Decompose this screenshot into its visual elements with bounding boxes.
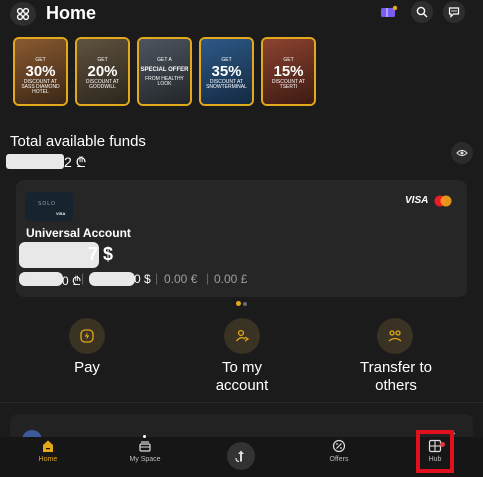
offer-amount: SPECIAL OFFER [140, 67, 189, 73]
nav-payment-button[interactable] [227, 442, 255, 470]
nav-indicator [143, 435, 146, 438]
balance-separator: | [206, 271, 210, 285]
visa-logo: VISA [405, 195, 429, 206]
balance-separator: | [155, 271, 159, 285]
to-my-account-label[interactable]: To my account [196, 359, 288, 395]
eye-icon [456, 149, 468, 157]
offer-subtitle: DISCOUNT AT GOODWILL [85, 79, 120, 90]
offer-get: GET A [157, 57, 172, 63]
offer-card[interactable]: GET 15% DISCOUNT AT TSERTI [261, 37, 316, 106]
card-thumbnail: SOLO VISA [25, 192, 73, 221]
divider [0, 402, 483, 403]
balance-gbp: 0.00 £ [214, 272, 248, 286]
balance-redacted [19, 272, 63, 286]
pay-button[interactable] [69, 318, 105, 354]
balance-separator: | [81, 271, 85, 285]
chat-button[interactable] [443, 1, 465, 23]
search-icon [416, 6, 428, 18]
funds-redacted [6, 154, 64, 169]
nav-offers[interactable]: Offers [309, 439, 369, 475]
offer-amount: 20% [87, 63, 118, 80]
to-my-account-button[interactable] [224, 318, 260, 354]
stack-icon [139, 441, 151, 452]
nav-home-label: Home [38, 456, 58, 463]
nav-home[interactable]: Home [18, 439, 78, 475]
toggle-visibility-button[interactable] [451, 142, 473, 164]
payment-icon [235, 450, 244, 463]
transfer-to-others-label[interactable]: Transfer to others [352, 359, 440, 395]
balance-usd: 0 $ [134, 272, 151, 286]
balance-redacted [89, 272, 135, 286]
bolt-icon [80, 329, 94, 343]
offer-amount: 15% [273, 63, 304, 80]
mastercard-icon [434, 194, 452, 207]
offer-amount: 35% [211, 63, 242, 80]
offer-card[interactable]: GET 35% DISCOUNT AT SNOWTERMINAL [199, 37, 254, 106]
pager-dot-active[interactable] [236, 301, 241, 306]
funds-title: Total available funds [10, 133, 146, 150]
page-title: Home [46, 3, 97, 23]
offer-subtitle: DISCOUNT AT TSERTI [271, 79, 306, 90]
account-name: Universal Account [26, 226, 131, 240]
chat-icon [448, 7, 460, 18]
account-balance: 7 $ [88, 244, 114, 264]
offers-icon [332, 439, 346, 453]
pager-dot[interactable] [243, 302, 247, 306]
offer-subtitle: DISCOUNT AT SNOWTERMINAL [206, 79, 247, 90]
clover-icon[interactable] [10, 2, 36, 26]
transfer-to-others-button[interactable] [377, 318, 413, 354]
card-thumbnail-name: SOLO [38, 201, 56, 207]
home-icon [43, 440, 53, 452]
pay-label[interactable]: Pay [54, 359, 120, 377]
balance-eur: 0.00 € [164, 272, 198, 286]
card-thumbnail-visa: VISA [56, 211, 66, 216]
search-button[interactable] [411, 1, 433, 23]
balance-gel: 0 ₾ [62, 274, 82, 288]
funds-value: 2 ₾ [64, 154, 87, 170]
offer-card[interactable]: GET 20% DISCOUNT AT GOODWILL [75, 37, 130, 106]
nav-my-space-label: My Space [129, 456, 161, 463]
ticket-icon[interactable] [380, 5, 398, 19]
people-icon [388, 330, 402, 342]
offer-amount: 30% [25, 63, 56, 80]
transfer-self-icon [235, 329, 250, 342]
offer-subtitle: DISCOUNT AT SASS DIAMOND HOTEL [21, 79, 60, 95]
offer-subtitle: FROM HEALTHY LOOK [145, 76, 184, 87]
balance-redacted [19, 242, 99, 268]
offer-card[interactable]: GET 30% DISCOUNT AT SASS DIAMOND HOTEL [13, 37, 68, 106]
nav-my-space[interactable]: My Space [115, 439, 175, 475]
offer-card[interactable]: GET A SPECIAL OFFER FROM HEALTHY LOOK [137, 37, 192, 106]
nav-offers-label: Offers [329, 456, 349, 463]
hub-highlight-box [416, 430, 454, 473]
